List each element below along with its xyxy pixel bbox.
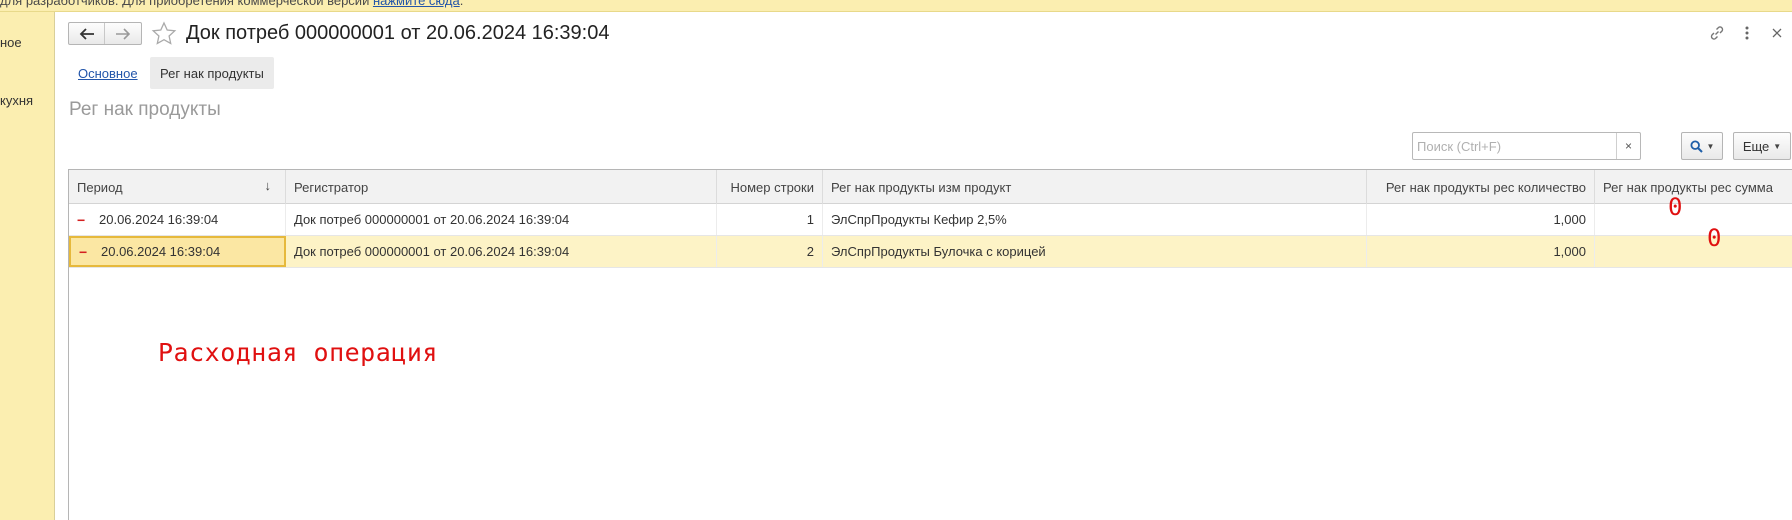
cell-registrar[interactable]: Док потреб 000000001 от 20.06.2024 16:39… bbox=[286, 236, 717, 267]
license-banner: для разработчиков. Для приобретения комм… bbox=[0, 0, 1792, 12]
page-title: Док потреб 000000001 от 20.06.2024 16:39… bbox=[186, 22, 610, 44]
tab-main[interactable]: Основное bbox=[78, 66, 138, 81]
annotation-zero: 0 bbox=[1707, 224, 1722, 252]
cell-quantity[interactable]: 1,000 bbox=[1367, 236, 1595, 267]
search-icon bbox=[1690, 139, 1703, 153]
cell-sum[interactable] bbox=[1595, 236, 1792, 267]
column-header-registrar[interactable]: Регистратор bbox=[286, 170, 717, 204]
column-header-label: Период bbox=[77, 179, 123, 195]
more-vert-icon[interactable] bbox=[1732, 22, 1762, 44]
favorite-star-icon[interactable] bbox=[151, 21, 177, 47]
table-row[interactable]: −20.06.2024 16:39:04 Док потреб 00000000… bbox=[69, 204, 1792, 236]
column-header-label: Рег нак продукты рес количество bbox=[1385, 179, 1586, 195]
tab-reg-nak-produkty[interactable]: Рег нак продукты bbox=[150, 57, 274, 89]
annotation-zero: 0 bbox=[1668, 193, 1683, 221]
close-icon[interactable] bbox=[1762, 22, 1792, 44]
window-controls bbox=[1702, 22, 1792, 44]
search-input[interactable] bbox=[1413, 133, 1613, 159]
tab-label: Рег нак продукты bbox=[160, 65, 264, 81]
chevron-down-icon: ▼ bbox=[1773, 141, 1782, 151]
search-button[interactable]: ▼ bbox=[1681, 132, 1723, 160]
search-clear-button[interactable]: × bbox=[1616, 133, 1640, 159]
section-title: Рег нак продукты bbox=[69, 99, 221, 120]
back-arrow-icon[interactable] bbox=[69, 23, 106, 44]
column-header-quantity[interactable]: Рег нак продукты рес количество bbox=[1367, 170, 1595, 204]
cell-product[interactable]: ЭлСпрПродукты Кефир 2,5% bbox=[823, 204, 1367, 235]
column-header-product[interactable]: Рег нак продукты изм продукт bbox=[823, 170, 1367, 204]
cell-product[interactable]: ЭлСпрПродукты Булочка с корицей bbox=[823, 236, 1367, 267]
table-row[interactable]: −20.06.2024 16:39:04 Док потреб 00000000… bbox=[69, 236, 1792, 268]
cell-registrar[interactable]: Док потреб 000000001 от 20.06.2024 16:39… bbox=[286, 204, 717, 235]
nav-buttons bbox=[68, 22, 142, 45]
sort-down-icon: ↓ bbox=[264, 178, 272, 193]
column-header-label: Номер строки bbox=[730, 179, 815, 195]
column-header-sum[interactable]: Рег нак продукты рес сумма bbox=[1595, 170, 1792, 204]
more-button[interactable]: Еще ▼ bbox=[1733, 132, 1791, 160]
sections-panel: ное кухня bbox=[0, 12, 55, 520]
column-header-label: Рег нак продукты изм продукт bbox=[831, 179, 1012, 195]
annotation-operation: Расходная операция bbox=[158, 338, 438, 367]
table-header: Период ↓ Регистратор Номер строки Рег нак… bbox=[69, 170, 1792, 204]
forward-arrow-icon[interactable] bbox=[105, 23, 141, 44]
link-icon[interactable] bbox=[1702, 22, 1732, 44]
banner-suffix: . bbox=[459, 0, 464, 8]
chevron-down-icon: ▼ bbox=[1706, 141, 1715, 151]
cell-period[interactable]: −20.06.2024 16:39:04 bbox=[69, 236, 286, 267]
cell-text: 20.06.2024 16:39:04 bbox=[99, 212, 219, 227]
column-header-line[interactable]: Номер строки bbox=[717, 170, 823, 204]
cell-quantity[interactable]: 1,000 bbox=[1367, 204, 1595, 235]
cell-text: 20.06.2024 16:39:04 bbox=[101, 244, 221, 259]
banner-text: для разработчиков. Для приобретения комм… bbox=[0, 0, 373, 8]
expense-minus-icon: − bbox=[77, 211, 86, 228]
cell-line[interactable]: 1 bbox=[717, 204, 823, 235]
column-header-label: Регистратор bbox=[294, 179, 369, 195]
cell-period[interactable]: −20.06.2024 16:39:04 bbox=[69, 204, 286, 235]
cell-line[interactable]: 2 bbox=[717, 236, 823, 267]
column-header-label: Рег нак продукты рес сумма bbox=[1603, 179, 1773, 195]
search-box: × bbox=[1412, 132, 1641, 160]
sections-panel-item[interactable]: ное bbox=[0, 35, 22, 50]
more-label: Еще bbox=[1742, 138, 1770, 154]
cell-sum[interactable] bbox=[1595, 204, 1792, 235]
sections-panel-item[interactable]: кухня bbox=[0, 93, 33, 108]
expense-minus-icon: − bbox=[79, 243, 88, 260]
banner-link[interactable]: нажмите сюда bbox=[373, 0, 460, 8]
column-header-period[interactable]: Период ↓ bbox=[69, 170, 286, 204]
